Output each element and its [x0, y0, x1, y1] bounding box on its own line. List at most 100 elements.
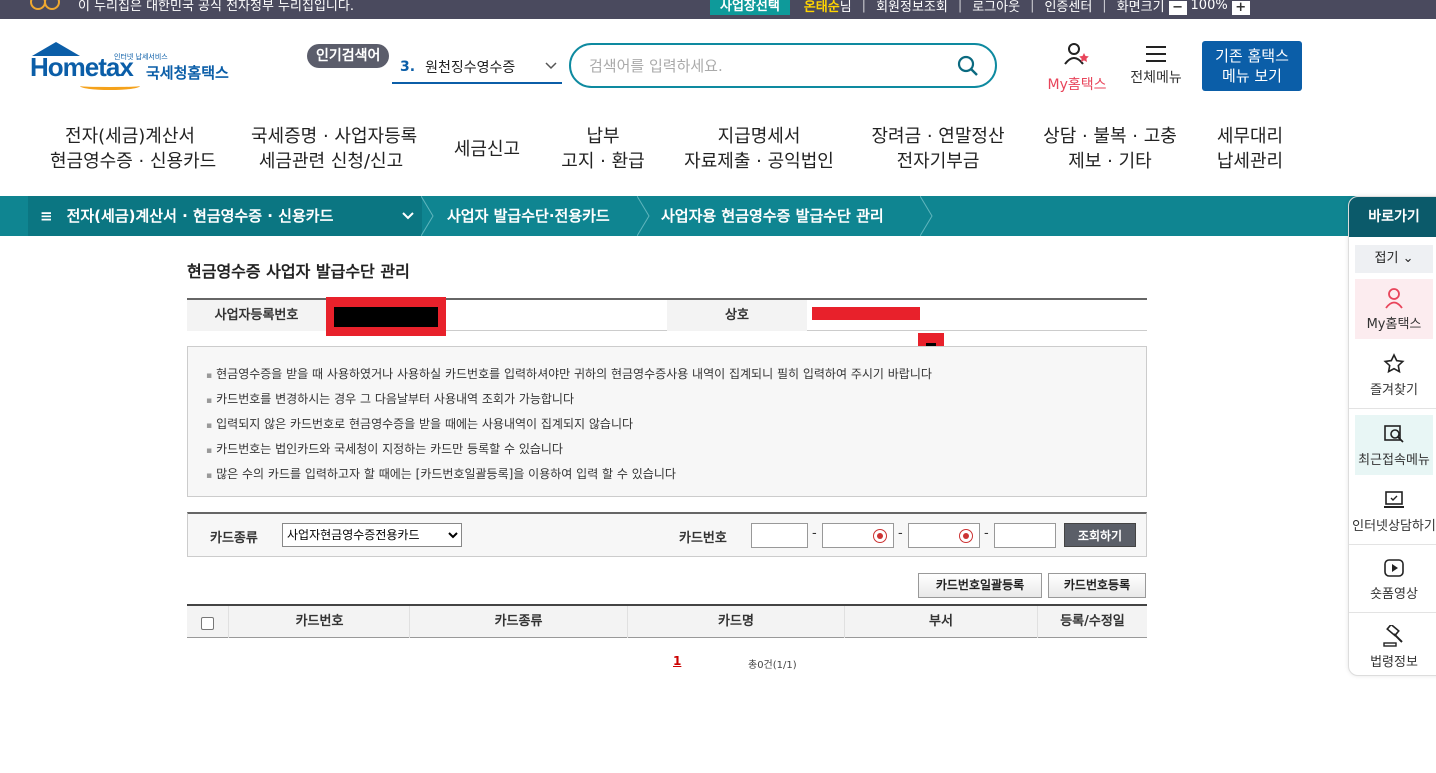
hamburger-icon	[1146, 46, 1166, 62]
notice-item: 입력되지 않은 카드번호로 현금영수증을 받을 때에는 사용내역이 집계되지 않…	[206, 413, 1146, 438]
nav-label: 제보 · 기타	[1068, 151, 1152, 172]
logout-link[interactable]: 로그아웃	[972, 0, 1020, 15]
dash: -	[984, 526, 989, 541]
card-no-label: 카드번호	[679, 531, 727, 546]
nav-label: 세금신고	[453, 139, 521, 160]
divider: |	[1030, 0, 1035, 13]
divider: |	[957, 0, 963, 13]
col-card-type: 카드종류	[409, 606, 627, 638]
quick-my-hometax[interactable]: My홈택스	[1355, 279, 1433, 339]
breadcrumb-separator-icon	[920, 196, 933, 236]
nav-label: 장려금 · 연말정산	[871, 126, 1005, 147]
utility-links: 사업장선택 온태순 님 | 회원정보조회 | 로그아웃 | 인증센터 | 화면크기…	[710, 0, 1254, 15]
breadcrumb-level3[interactable]: 사업자용 현금영수증 발급수단 관리	[661, 196, 884, 236]
nav-e-invoice[interactable]: 전자(세금)계산서 현금영수증 · 신용카드	[50, 124, 217, 174]
card-search-form: 카드종류 사업자현금영수증전용카드 카드번호 - - - 조회하기	[187, 512, 1147, 557]
my-hometax-button[interactable]: My홈택스	[1040, 42, 1114, 94]
quick-law-info[interactable]: 법령정보	[1349, 613, 1436, 675]
chevron-down-icon: ⌄	[1402, 251, 1414, 266]
search-icon[interactable]	[957, 55, 979, 77]
col-registered-date: 등록/수정일	[1037, 606, 1147, 638]
play-icon	[1349, 557, 1436, 579]
search-button[interactable]: 조회하기	[1064, 523, 1136, 547]
card-table-header: 카드번호 카드종류 카드명 부서 등록/수정일	[187, 604, 1147, 638]
card-number-input-1[interactable]	[751, 523, 808, 548]
nav-label: 지급명세서	[717, 126, 801, 147]
nav-tax-agent[interactable]: 세무대리 납세관리	[1205, 124, 1295, 174]
user-suffix: 님	[839, 0, 852, 15]
quick-menu-fold-button[interactable]: 접기 ⌄	[1355, 245, 1433, 273]
nav-label: 고지 · 환급	[561, 151, 645, 172]
bulk-register-button[interactable]: 카드번호일괄등록	[918, 573, 1042, 598]
notice-item: 현금영수증을 받을 때 사용하였거나 사용하실 카드번호를 입력하셔야만 귀하의…	[206, 363, 1146, 388]
breadcrumb: ≡ 전자(세금)계산서 · 현금영수증 · 신용카드 사업자 발급수단·전용카드 …	[0, 196, 1436, 236]
chevron-down-icon	[402, 196, 414, 251]
card-number-input-2[interactable]	[822, 523, 894, 548]
popular-search-dropdown[interactable]: 3. 원천징수영수증	[392, 52, 562, 84]
quick-label: 최근접속메뉴	[1358, 453, 1430, 468]
pager-current-page[interactable]: 1	[673, 654, 681, 668]
chevron-down-icon	[544, 58, 558, 76]
breadcrumb-level2[interactable]: 사업자 발급수단·전용카드	[447, 196, 610, 236]
my-hometax-label: My홈택스	[1047, 77, 1107, 93]
search-input[interactable]	[589, 55, 939, 77]
quick-shortform-video[interactable]: 숏폼영상	[1349, 545, 1436, 613]
gov-banner: 이 누리집은 대한민국 공식 전자정부 누리집입니다. 사업장선택 온태순 님 |…	[0, 0, 1436, 19]
all-menu-label: 전체메뉴	[1130, 70, 1182, 86]
gov-emblem-icon	[30, 0, 70, 12]
nav-label: 현금영수증 · 신용카드	[50, 151, 217, 172]
register-button[interactable]: 카드번호등록	[1048, 573, 1146, 598]
nav-label: 전자기부금	[896, 151, 980, 172]
breadcrumb-level1-label: 전자(세금)계산서 · 현금영수증 · 신용카드	[66, 207, 334, 225]
divider: |	[861, 0, 867, 13]
gavel-icon	[1349, 623, 1436, 647]
nav-certificate[interactable]: 국세증명 · 사업자등록 세금관련 신청/신고	[251, 124, 418, 174]
popular-rank: 3.	[400, 59, 416, 75]
breadcrumb-separator-icon	[421, 196, 434, 236]
quick-favorites[interactable]: 즐겨찾기	[1349, 341, 1436, 409]
quick-label: My홈택스	[1366, 317, 1422, 332]
breadcrumb-level1[interactable]: ≡ 전자(세금)계산서 · 현금영수증 · 신용카드	[28, 196, 422, 236]
nav-label: 국세증명 · 사업자등록	[251, 126, 418, 147]
screen-size-label: 화면크기	[1116, 0, 1165, 15]
redacted-company	[812, 307, 920, 320]
hometax-logo[interactable]: 인터넷 납세서비스 Hometax 국세청홈택스	[30, 42, 245, 94]
nav-payment[interactable]: 납부 고지 · 환급	[553, 124, 653, 174]
fold-label: 접기	[1374, 251, 1399, 266]
member-info-link[interactable]: 회원정보조회	[876, 0, 948, 15]
gov-notice-text: 이 누리집은 대한민국 공식 전자정부 누리집입니다.	[78, 0, 354, 14]
star-icon	[1349, 353, 1436, 375]
old-hometax-menu-button[interactable]: 기존 홈택스 메뉴 보기	[1202, 41, 1302, 91]
auth-center-link[interactable]: 인증센터	[1044, 0, 1092, 15]
business-select-button[interactable]: 사업장선택	[710, 0, 790, 15]
card-type-select[interactable]: 사업자현금영수증전용카드	[282, 523, 462, 547]
logo-kr-name: 국세청홈택스	[146, 64, 229, 82]
quick-internet-consult[interactable]: 인터넷상담하기	[1349, 477, 1436, 545]
popular-search-tag: 인기검색어	[307, 44, 390, 68]
quick-label: 즐겨찾기	[1370, 383, 1418, 398]
zoom-out-button[interactable]: −	[1168, 0, 1187, 15]
nav-payment-statement[interactable]: 지급명세서 자료제출 · 공익법인	[684, 124, 834, 174]
user-name: 온태순	[803, 0, 840, 15]
nav-consult[interactable]: 상담 · 불복 · 고충제보 · 기타	[1040, 124, 1180, 174]
masked-eye-icon	[959, 529, 973, 543]
company-label: 상호	[667, 300, 807, 331]
card-number-input-4[interactable]	[994, 523, 1056, 548]
card-type-label: 카드종류	[210, 531, 258, 546]
zoom-level: 100%	[1190, 0, 1228, 13]
nav-label: 상담 · 불복 · 고충	[1043, 126, 1177, 147]
quick-recent-menu[interactable]: 최근접속메뉴	[1355, 415, 1433, 475]
user-star-icon	[1063, 43, 1091, 70]
col-card-name: 카드명	[627, 606, 844, 638]
all-menu-button[interactable]: 전체메뉴	[1124, 42, 1188, 87]
zoom-in-button[interactable]: +	[1231, 0, 1250, 15]
card-number-input-3[interactable]	[908, 523, 980, 548]
quick-menu-title: 바로가기	[1349, 197, 1436, 237]
col-card-no: 카드번호	[228, 606, 410, 638]
logo-swoosh-icon	[80, 82, 140, 90]
nav-year-end[interactable]: 장려금 · 연말정산전자기부금	[868, 124, 1008, 174]
nav-tax-report[interactable]: 세금신고	[447, 137, 527, 162]
select-all-checkbox[interactable]	[201, 617, 214, 630]
quick-label: 인터넷상담하기	[1352, 519, 1436, 534]
biz-no-label: 사업자등록번호	[187, 300, 326, 331]
